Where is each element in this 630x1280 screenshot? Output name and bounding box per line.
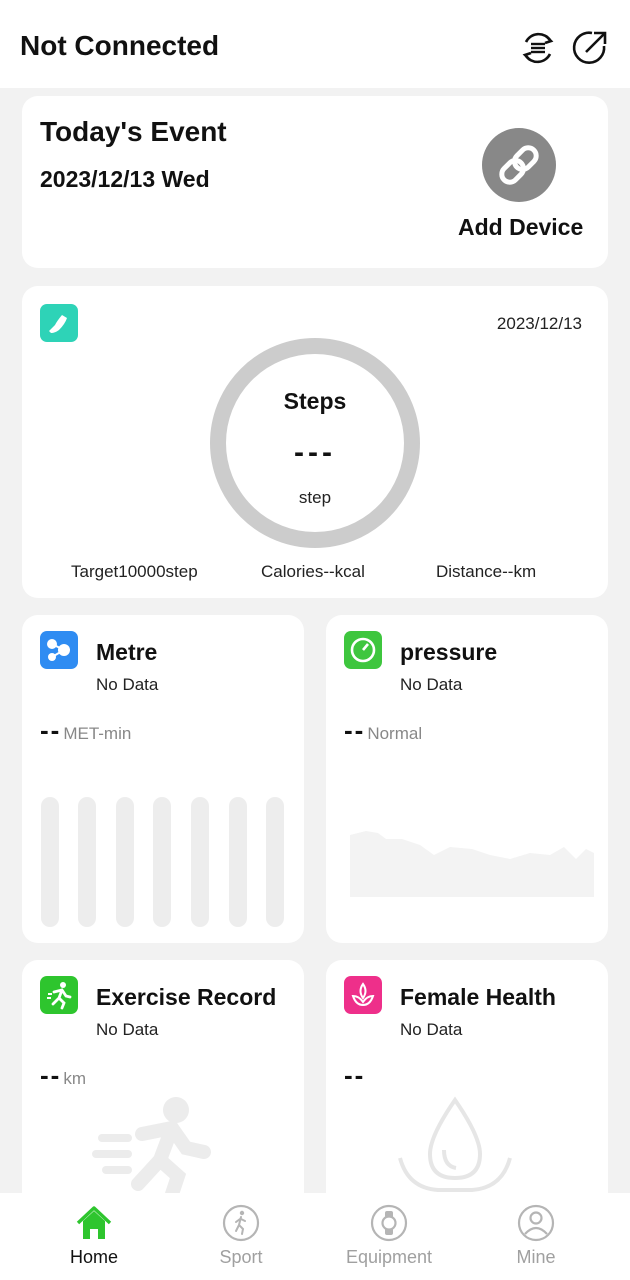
sport-icon xyxy=(222,1204,260,1242)
pressure-unit: Normal xyxy=(367,724,423,743)
pressure-title: pressure xyxy=(400,639,498,665)
event-title: Today's Event xyxy=(40,116,227,147)
metre-title: Metre xyxy=(96,639,158,665)
add-device-label[interactable]: Add Device xyxy=(458,214,583,241)
metre-bar xyxy=(266,797,284,927)
nav-sport-label: Sport xyxy=(219,1247,263,1267)
nav-equipment[interactable]: Equipment xyxy=(319,1193,459,1280)
steps-distance: Distance--km xyxy=(436,562,537,581)
nav-mine-label: Mine xyxy=(516,1247,556,1267)
steps-target: Target10000step xyxy=(71,562,198,581)
shoe-icon xyxy=(40,304,78,342)
exercise-unit: km xyxy=(63,1069,86,1088)
steps-calories: Calories--kcal xyxy=(261,562,365,581)
metre-bar xyxy=(229,797,247,927)
steps-value: --- xyxy=(294,436,336,469)
runner-illustration-icon xyxy=(92,1097,211,1194)
pressure-wave-chart xyxy=(350,831,594,897)
exercise-value: -- xyxy=(40,1060,62,1090)
female-health-title: Female Health xyxy=(400,984,556,1010)
steps-date: 2023/12/13 xyxy=(496,314,582,333)
steps-card[interactable]: 2023/12/13 Steps --- step Target10000ste… xyxy=(22,286,608,598)
pressure-value-line: -- Normal xyxy=(344,715,422,746)
link-icon xyxy=(499,145,539,185)
pressure-status: No Data xyxy=(400,675,463,694)
gauge-icon xyxy=(344,631,382,669)
home-icon xyxy=(76,1206,112,1239)
pressure-value: -- xyxy=(344,715,366,745)
metre-bar xyxy=(78,797,96,927)
female-health-value: -- xyxy=(344,1060,366,1090)
steps-unit: step xyxy=(298,488,332,507)
nav-home[interactable]: Home xyxy=(24,1193,164,1280)
exercise-record-card[interactable]: Exercise Record No Data -- km xyxy=(22,960,304,1220)
nav-equipment-label: Equipment xyxy=(345,1247,433,1267)
pressure-card[interactable]: pressure No Data -- Normal xyxy=(326,615,608,943)
metre-unit: MET-min xyxy=(63,724,132,743)
steps-title: Steps xyxy=(283,388,347,414)
metre-bar xyxy=(153,797,171,927)
connection-status-title: Not Connected xyxy=(20,30,220,61)
person-icon xyxy=(517,1204,555,1242)
metre-status: No Data xyxy=(96,675,159,694)
female-health-card[interactable]: Female Health No Data -- xyxy=(326,960,608,1220)
exercise-status: No Data xyxy=(96,1020,159,1039)
metre-value: -- xyxy=(40,715,62,745)
nav-sport[interactable]: Sport xyxy=(171,1193,311,1280)
metre-value-line: -- MET-min xyxy=(40,715,131,746)
todays-event-card: Today's Event 2023/12/13 Wed Add Device xyxy=(22,96,608,268)
nav-home-label: Home xyxy=(69,1247,118,1267)
drop-hands-illustration-icon xyxy=(398,1096,512,1192)
metre-card[interactable]: Metre No Data -- MET-min xyxy=(22,615,304,943)
watch-icon xyxy=(370,1204,408,1242)
event-date: 2023/12/13 Wed xyxy=(40,166,210,192)
metre-bar xyxy=(41,797,59,927)
exercise-title: Exercise Record xyxy=(96,984,277,1010)
sync-list-icon[interactable] xyxy=(518,28,558,68)
runner-icon xyxy=(40,976,78,1014)
metre-bar xyxy=(116,797,134,927)
lotus-icon xyxy=(344,976,382,1014)
top-bar: Not Connected xyxy=(0,0,630,88)
exercise-value-line: -- km xyxy=(40,1060,86,1091)
nav-mine[interactable]: Mine xyxy=(466,1193,606,1280)
metre-icon xyxy=(40,631,78,669)
bottom-nav: Home Sport Equipment Mine xyxy=(0,1193,630,1280)
share-icon[interactable] xyxy=(570,28,610,68)
add-device-button[interactable] xyxy=(482,128,556,202)
female-health-status: No Data xyxy=(400,1020,463,1039)
metre-bar xyxy=(191,797,209,927)
